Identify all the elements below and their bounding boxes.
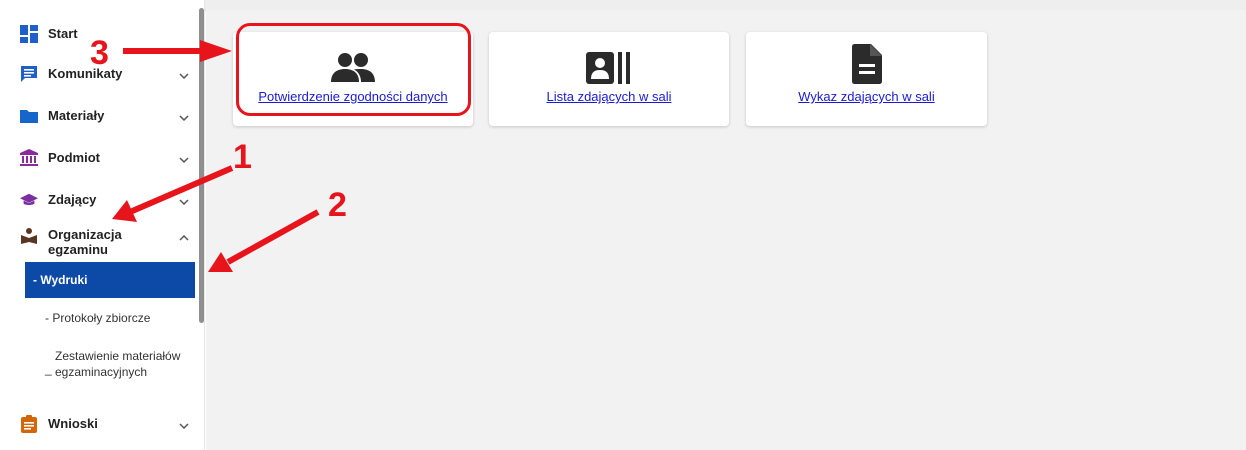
annotation-step-3: 3 bbox=[90, 34, 109, 72]
document-icon bbox=[851, 44, 882, 89]
chevron-down-icon[interactable] bbox=[178, 154, 190, 166]
sidebar-item-label: Wnioski bbox=[48, 416, 98, 431]
chevron-down-icon[interactable] bbox=[178, 196, 190, 208]
tile-wykaz-zdajacych-w-sali[interactable]: Wykaz zdających w sali bbox=[746, 32, 987, 126]
annotation-step-2: 2 bbox=[328, 186, 347, 224]
sidebar-item-organizacja-egzaminu[interactable]: Organizacja egzaminu bbox=[0, 224, 196, 260]
chevron-down-icon[interactable] bbox=[178, 420, 190, 432]
top-bar bbox=[205, 0, 1246, 10]
sidebar-subitem-wydruki[interactable]: - Wydruki bbox=[25, 262, 195, 298]
sidebar-item-label: Komunikaty bbox=[48, 66, 123, 81]
sidebar-scrollbar[interactable] bbox=[199, 8, 204, 323]
clipboard-icon bbox=[20, 415, 38, 433]
annotation-highlight-box bbox=[236, 23, 471, 116]
graduation-cap-icon bbox=[20, 191, 38, 209]
sidebar-item-podmiot[interactable]: Podmiot bbox=[0, 146, 196, 170]
sidebar-item-label: Podmiot bbox=[48, 150, 100, 165]
chevron-down-icon[interactable] bbox=[178, 112, 190, 124]
organization-icon bbox=[20, 227, 38, 245]
contact-card-icon bbox=[586, 52, 632, 89]
sidebar-item-label: Organizacja egzaminu bbox=[48, 227, 122, 257]
sidebar-item-label: Materiały bbox=[48, 108, 105, 123]
annotation-step-1: 1 bbox=[233, 138, 252, 176]
sidebar-item-label: Start bbox=[48, 26, 78, 41]
chevron-down-icon[interactable] bbox=[178, 70, 190, 82]
message-icon bbox=[20, 65, 38, 83]
sidebar-item-zdajacy[interactable]: Zdający bbox=[0, 188, 196, 212]
dash-prefix: _ bbox=[45, 362, 52, 376]
sidebar-item-label: Zdający bbox=[48, 192, 97, 207]
chevron-up-icon[interactable] bbox=[178, 232, 190, 244]
tile-lista-zdajacych-w-sali[interactable]: Lista zdających w sali bbox=[489, 32, 729, 126]
dashboard-icon bbox=[20, 25, 38, 43]
folder-icon bbox=[20, 107, 38, 125]
sidebar-item-wnioski[interactable]: Wnioski bbox=[0, 412, 196, 436]
sidebar-subitem-label: Zestawienie materiałów egzaminacyjnych bbox=[55, 349, 181, 379]
tile-link[interactable]: Wykaz zdających w sali bbox=[746, 89, 987, 104]
tile-link[interactable]: Lista zdających w sali bbox=[489, 89, 729, 104]
sidebar-subitem-protokoly-zbiorcze[interactable]: - Protokoły zbiorcze bbox=[45, 311, 215, 325]
sidebar-item-materialy[interactable]: Materiały bbox=[0, 104, 196, 128]
institution-icon bbox=[20, 149, 38, 167]
